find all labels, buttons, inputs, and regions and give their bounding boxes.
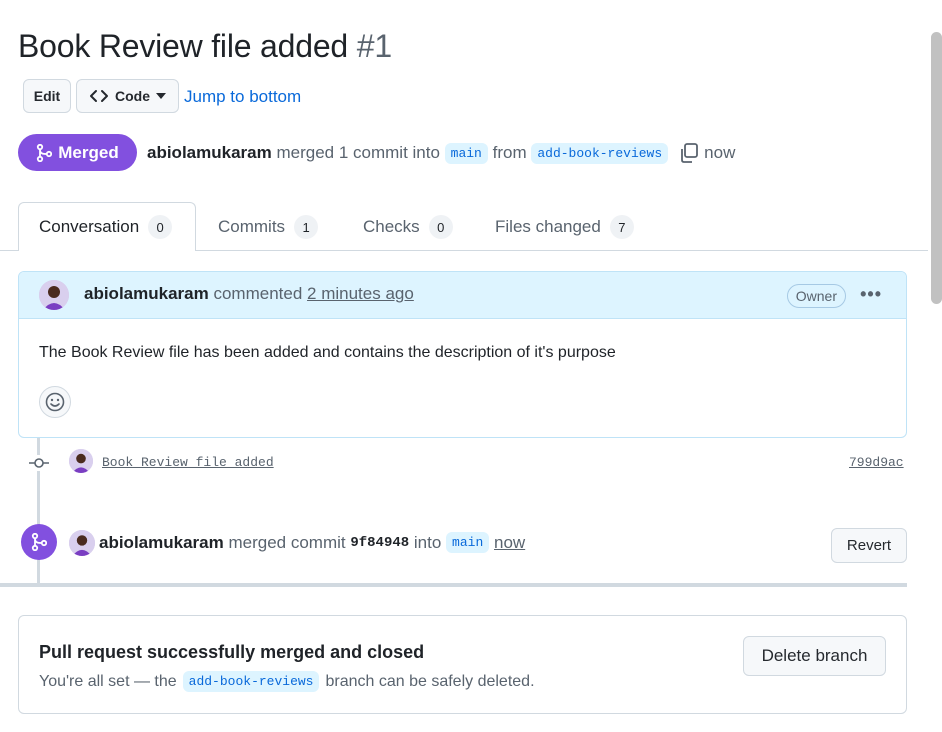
- tab-counter: 0: [428, 215, 453, 239]
- avatar[interactable]: [69, 530, 95, 556]
- scrollbar[interactable]: [931, 32, 942, 304]
- code-icon: [90, 90, 108, 102]
- tab-counter: 0: [148, 215, 173, 239]
- from-text: from: [492, 143, 527, 162]
- merge-time: now: [704, 143, 736, 162]
- comment-header: abiolamukaram commented 2 minutes ago Ow…: [19, 272, 906, 319]
- merged-box-subtitle: You're all set — the add-book-reviews br…: [39, 671, 535, 692]
- pr-title-text: Book Review file added: [18, 28, 349, 64]
- comment-meta: abiolamukaram commented 2 minutes ago: [84, 284, 414, 304]
- commit-icon: [28, 455, 50, 471]
- merge-event-time[interactable]: now: [494, 533, 525, 553]
- smiley-icon: [45, 392, 65, 412]
- merge-event-author[interactable]: abiolamukaram: [99, 533, 224, 553]
- merge-event-icon: [21, 524, 57, 560]
- kebab-icon[interactable]: •••: [860, 284, 882, 305]
- merged-sub-suffix: branch can be safely deleted.: [325, 672, 535, 690]
- avatar[interactable]: [39, 280, 69, 310]
- merged-box-title: Pull request successfully merged and clo…: [39, 642, 425, 662]
- copy-icon[interactable]: [678, 142, 700, 164]
- avatar[interactable]: [69, 449, 93, 473]
- delete-branch-button[interactable]: Delete branch: [743, 636, 886, 676]
- code-button-label: Code: [115, 88, 150, 104]
- merged-status-badge: Merged: [18, 134, 137, 171]
- tab-commits[interactable]: Commits 1: [218, 215, 319, 239]
- timeline-divider: [0, 583, 907, 587]
- tab-label: Files changed: [495, 217, 601, 236]
- pr-title: Book Review file added #1: [18, 28, 392, 65]
- pr-comment: abiolamukaram commented 2 minutes ago Ow…: [18, 271, 907, 438]
- owner-badge: Owner: [786, 284, 846, 308]
- merge-event-into: into: [413, 532, 442, 552]
- comment-action: commented: [213, 284, 303, 303]
- merge-event-action: merged commit: [228, 532, 346, 552]
- tab-label: Conversation: [39, 217, 140, 236]
- tab-counter: 7: [609, 215, 634, 239]
- merge-commit-sha[interactable]: 9f84948: [350, 535, 409, 551]
- edit-button[interactable]: Edit: [23, 79, 71, 113]
- head-branch-label[interactable]: add-book-reviews: [531, 142, 669, 164]
- merged-status-box: Pull request successfully merged and clo…: [18, 615, 907, 714]
- merge-summary: abiolamukaram merged 1 commit into main …: [147, 142, 735, 164]
- merge-icon: [31, 533, 47, 551]
- tab-counter: 1: [294, 215, 319, 239]
- merge-icon: [37, 143, 53, 162]
- chevron-down-icon: [156, 93, 166, 99]
- base-branch-label[interactable]: main: [444, 142, 488, 164]
- tab-label: Checks: [363, 217, 420, 236]
- tab-files-changed[interactable]: Files changed 7: [495, 215, 634, 239]
- comment-author[interactable]: abiolamukaram: [84, 284, 209, 303]
- merged-status-label: Merged: [58, 142, 119, 162]
- comment-body: The Book Review file has been added and …: [39, 344, 616, 361]
- code-button[interactable]: Code: [76, 79, 179, 113]
- tab-label: Commits: [218, 217, 286, 236]
- commit-sha-link[interactable]: 799d9ac: [849, 455, 904, 470]
- commit-message-link[interactable]: Book Review file added: [102, 455, 274, 470]
- tab-conversation[interactable]: Conversation 0: [39, 215, 173, 239]
- merged-box-branch[interactable]: add-book-reviews: [182, 671, 320, 692]
- pr-number: #1: [356, 28, 392, 64]
- merge-event: abiolamukaram merged commit 9f84948 into…: [99, 532, 525, 553]
- tab-checks[interactable]: Checks 0: [363, 215, 453, 239]
- revert-button[interactable]: Revert: [831, 528, 907, 563]
- merged-sub-prefix: You're all set — the: [39, 672, 177, 690]
- merge-summary-text: merged 1 commit into: [276, 143, 440, 162]
- merge-event-branch[interactable]: main: [446, 532, 490, 553]
- jump-to-bottom-link[interactable]: Jump to bottom: [184, 87, 301, 107]
- add-reaction-button[interactable]: [39, 386, 71, 418]
- author-link[interactable]: abiolamukaram: [147, 143, 272, 163]
- comment-time[interactable]: 2 minutes ago: [307, 284, 414, 303]
